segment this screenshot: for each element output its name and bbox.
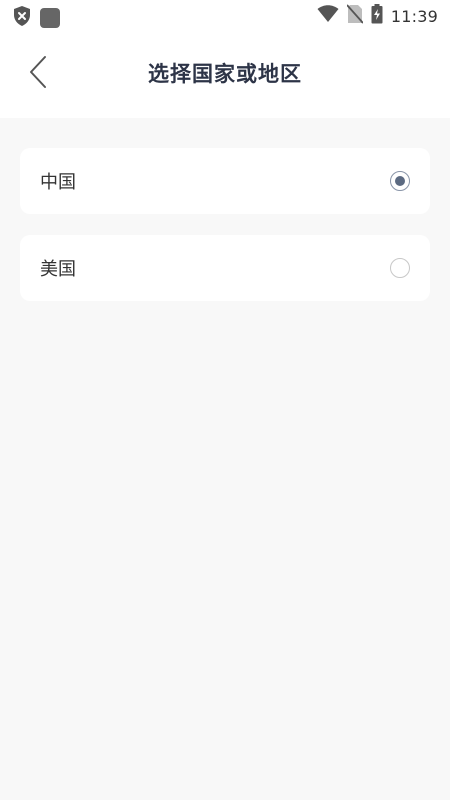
radio-unselected[interactable] <box>390 258 410 278</box>
country-option-china[interactable]: 中国 <box>20 148 430 214</box>
page-title: 选择国家或地区 <box>148 62 302 86</box>
option-label: 中国 <box>40 172 76 193</box>
shield-x-icon <box>12 5 32 31</box>
status-right: 11:39 <box>317 4 438 28</box>
status-bar: 11:39 <box>0 0 450 32</box>
option-label: 美国 <box>40 259 76 280</box>
header: 选择国家或地区 <box>0 32 450 118</box>
status-time: 11:39 <box>390 6 438 26</box>
battery-charging-icon <box>371 4 383 28</box>
status-left <box>12 5 60 31</box>
wifi-icon <box>317 5 339 27</box>
country-option-usa[interactable]: 美国 <box>20 235 430 301</box>
no-sim-icon <box>346 4 364 28</box>
country-select-screen: 11:39 选择国家或地区 中国 美国 <box>0 0 450 800</box>
radio-selected[interactable] <box>390 171 410 191</box>
app-icon <box>40 8 60 28</box>
content-area: 中国 美国 <box>0 118 450 800</box>
